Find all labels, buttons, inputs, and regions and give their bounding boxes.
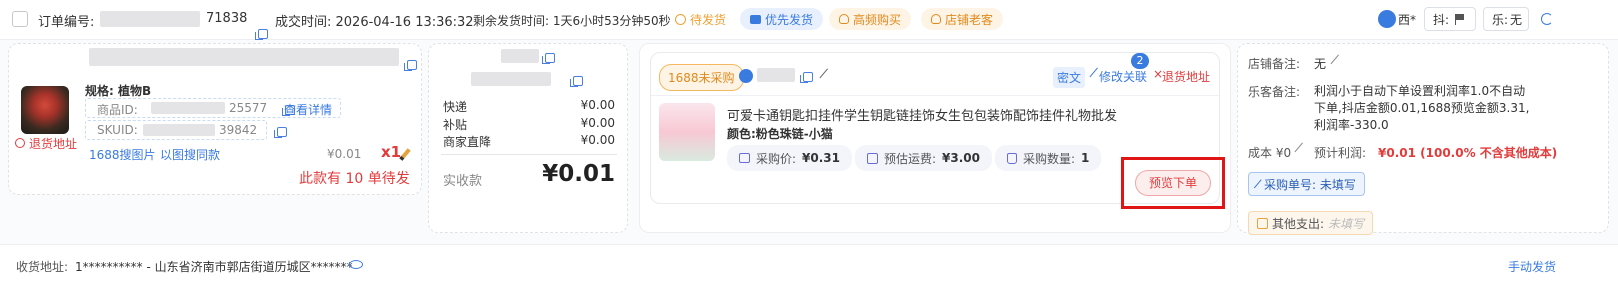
user-name: 西* — [1398, 13, 1417, 27]
unit-price: ¥0.01 — [327, 147, 362, 161]
fee-value-discount: ¥0.00 — [580, 133, 615, 147]
edit-shop-remark-icon[interactable] — [1330, 54, 1341, 66]
select-checkbox[interactable] — [12, 11, 28, 27]
product-title-masked — [89, 48, 399, 66]
order-no-masked — [100, 11, 200, 27]
freight-pill: 预估运费: ¥3.00 — [855, 145, 993, 171]
profit-value: ¥0.01 (100.0% 不含其他成本) — [1378, 146, 1558, 160]
shop-remark-value: 无 — [1314, 57, 1327, 71]
le-remark-value: 利润小于自动下单设置利润率1.0不自动下单,抖店金额0.01,1688预览金额3… — [1314, 84, 1530, 132]
fee-label-discount: 商家直降 — [443, 135, 492, 149]
remain-time: 剩余发货时间: 1天6小时53分钟50秒 — [473, 14, 671, 28]
edit-icon — [1257, 217, 1268, 229]
order-header: 订单编号: 71838 成交时间: 2026-04-16 13:36:32 剩余… — [0, 0, 1618, 40]
fees-card: 快递 ¥0.00 补贴 ¥0.00 商家直降 ¥0.00 实收款 ¥0.01 — [428, 43, 628, 233]
modify-link-button[interactable]: 修改关联 — [1099, 68, 1147, 85]
copy-sku-icon[interactable] — [273, 127, 287, 138]
fees-sub-masked — [471, 72, 551, 86]
cost-text: 成本 ¥0 — [1248, 146, 1292, 160]
fee-value-express: ¥0.00 — [580, 98, 615, 112]
buy-price-pill: 采购价: ¥0.31 — [727, 145, 853, 171]
sku-label: SKUID: — [97, 123, 138, 137]
copy-order-icon[interactable] — [255, 28, 268, 40]
box-icon — [867, 152, 878, 164]
search-1688-link[interactable]: 1688搜图片 — [89, 146, 156, 163]
count-badge: 2 — [1131, 53, 1149, 69]
product-image[interactable] — [21, 86, 69, 134]
fee-label-express: 快递 — [443, 100, 468, 114]
fee-divider — [441, 154, 617, 155]
preview-order-button[interactable]: 预览下单 — [1135, 170, 1211, 196]
fee-value-subsidy: ¥0.00 — [580, 116, 615, 130]
copy-title-icon[interactable] — [404, 60, 417, 71]
price-icon — [739, 153, 750, 163]
search-same-link[interactable]: 以图搜同款 — [160, 146, 220, 163]
order-no-suffix: 71838 — [206, 11, 248, 26]
edit-seller-icon[interactable] — [819, 68, 830, 80]
flag-icon — [1455, 13, 1465, 25]
actual-value: ¥0.01 — [542, 161, 615, 187]
purchase-image[interactable] — [659, 103, 715, 161]
tag-frequent-buy: 高频购买 — [829, 8, 912, 30]
douyin-flag-button[interactable]: 抖: — [1424, 7, 1476, 31]
purchase-status-badge: 1688未采购 — [659, 64, 744, 91]
edit-icon — [1253, 178, 1264, 190]
cipher-button[interactable]: 密文 — [1053, 67, 1086, 88]
deal-time: 成交时间: 2026-04-16 13:36:32 — [275, 15, 474, 30]
bag-icon — [1007, 152, 1017, 164]
address-label: 收货地址: — [16, 260, 69, 274]
ship-icon — [750, 14, 761, 24]
quantity: x1 — [381, 143, 402, 161]
footer-bar: 收货地址: 1********** - 山东省济南市郭店街道历城区*******… — [0, 244, 1618, 284]
edit-cost-icon[interactable] — [1294, 142, 1305, 154]
goods-id-suffix: 25577 — [229, 101, 268, 115]
address-value: 1********** - 山东省济南市郭店街道历城区******* — [75, 260, 353, 274]
other-expense-button[interactable]: 其他支出: 未填写 — [1248, 211, 1374, 235]
copy-fee2-icon[interactable] — [569, 76, 583, 87]
tag-priority-ship: 优先发货 — [740, 8, 824, 30]
return-addr-link[interactable]: 退货地址 — [29, 135, 77, 152]
seller-name-masked — [757, 68, 795, 82]
purchase-no-button[interactable]: 采购单号: 未填写 — [1248, 172, 1365, 196]
eye-icon[interactable] — [349, 260, 363, 269]
purchase-card: 1688未采购 密文 修改关联 2 × 退货地址 可爱卡通钥匙扣挂件学生钥匙链挂… — [639, 43, 1231, 233]
view-detail-link[interactable]: 查看详情 — [284, 101, 332, 118]
copy-seller-icon[interactable] — [800, 72, 813, 83]
qty-pill: 采购数量: 1 — [995, 145, 1102, 171]
profit-label: 预计利润: — [1314, 146, 1367, 160]
product-card: 规格: 植物B 商品ID: 25577 查看详情 SKUID: 39842 退货… — [8, 43, 422, 195]
purchase-divider — [651, 95, 1219, 96]
return-addr-button[interactable]: 退货地址 — [1162, 68, 1210, 85]
manual-ship-link[interactable]: 手动发货 — [1508, 258, 1556, 275]
sku-masked — [143, 124, 215, 136]
tag-loyal-customer: 店铺老客 — [921, 8, 1004, 30]
refresh-icon[interactable] — [1541, 13, 1553, 25]
spec-text: 规格: 植物B — [85, 84, 152, 98]
remarks-card: 店铺备注: 无 乐客备注: 利润小于自动下单设置利润率1.0不自动下单,抖店金额… — [1237, 43, 1609, 235]
pending-count-text: 此款有 10 单待发 — [299, 171, 410, 187]
purchase-color: 颜色:粉色珠链-小猫 — [727, 127, 833, 141]
purchase-inner: 1688未采购 密文 修改关联 2 × 退货地址 可爱卡通钥匙扣挂件学生钥匙链挂… — [650, 52, 1225, 209]
actual-label: 实收款 — [443, 174, 483, 189]
shop-remark-label: 店铺备注: — [1248, 57, 1301, 71]
return-addr-icon — [15, 138, 25, 148]
user-avatar-icon — [1378, 10, 1396, 28]
user-icon — [839, 14, 849, 24]
fee-label-subsidy: 补贴 — [443, 118, 468, 132]
tag-pending-ship: 待发货 — [667, 8, 734, 30]
goods-id-label: 商品ID: — [97, 103, 138, 117]
sku-suffix: 39842 — [219, 123, 258, 137]
copy-fee-icon[interactable] — [542, 53, 555, 64]
user-icon — [931, 14, 941, 24]
clock-icon — [675, 13, 686, 25]
fees-title-masked — [501, 49, 539, 63]
purchase-title[interactable]: 可爱卡通钥匙扣挂件学生钥匙链挂饰女生包包装饰配饰挂件礼物批发 — [727, 105, 1117, 124]
le-flag-button[interactable]: 乐: 无 — [1483, 7, 1529, 31]
goods-id-masked — [151, 102, 225, 114]
order-no-label: 订单编号: — [38, 15, 95, 30]
edit-link-icon — [1089, 67, 1100, 79]
seller-avatar-icon — [739, 69, 753, 83]
le-remark-label: 乐客备注: — [1248, 85, 1301, 99]
